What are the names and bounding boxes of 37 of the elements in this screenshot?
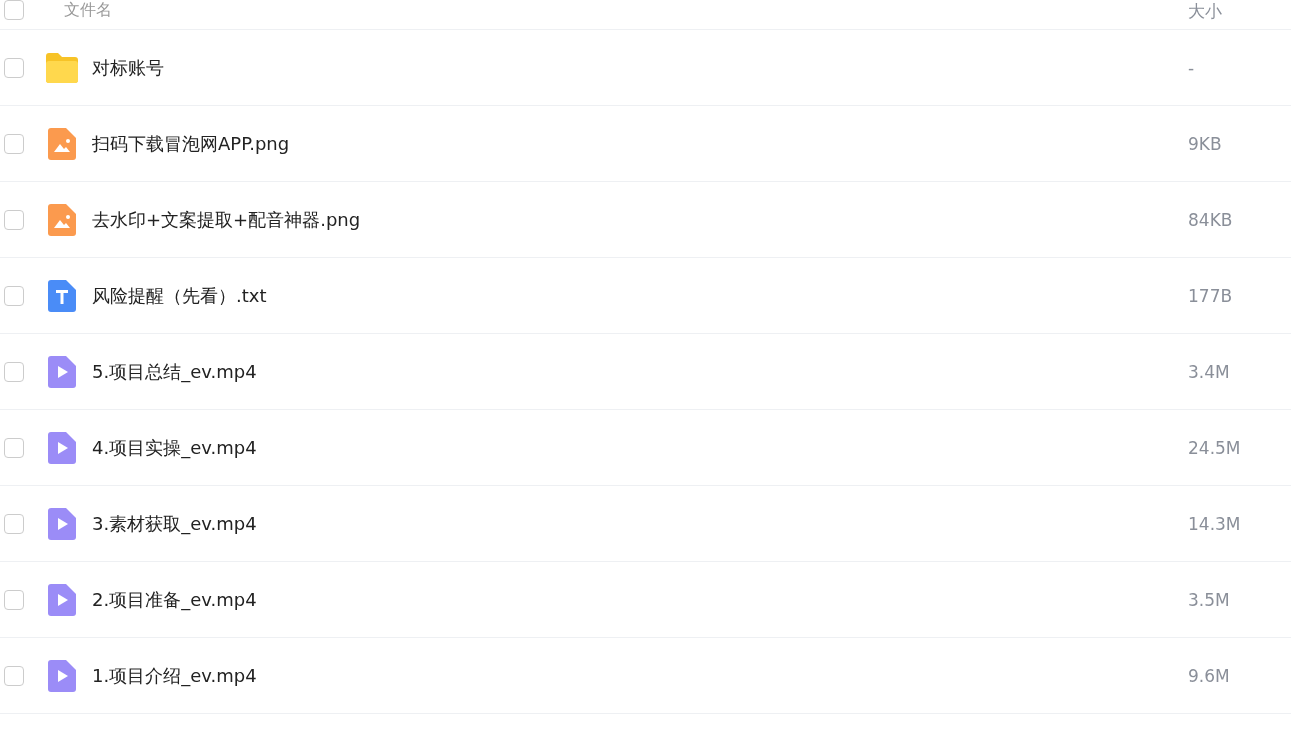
file-size: 84KB — [1188, 209, 1234, 230]
file-name[interactable]: 3.素材获取_ev.mp4 — [92, 511, 1188, 536]
file-name[interactable]: 1.项目介绍_ev.mp4 — [92, 663, 1188, 688]
checkbox[interactable] — [4, 513, 24, 534]
video-file-icon — [48, 583, 76, 616]
file-name[interactable]: 4.项目实操_ev.mp4 — [92, 435, 1188, 460]
file-size: 3.4M — [1188, 361, 1231, 382]
file-name[interactable]: 2.项目准备_ev.mp4 — [92, 587, 1188, 612]
checkbox[interactable] — [4, 133, 24, 154]
file-size: 3.5M — [1188, 589, 1231, 610]
file-size: 9KB — [1188, 133, 1223, 154]
file-size: - — [1188, 57, 1196, 78]
checkbox[interactable] — [4, 437, 24, 458]
video-file-icon — [48, 659, 76, 692]
checkbox[interactable] — [4, 285, 24, 306]
checkbox[interactable] — [4, 57, 24, 78]
file-name[interactable]: 去水印+文案提取+配音神器.png — [92, 207, 1188, 232]
file-size: 24.5M — [1188, 437, 1242, 458]
checkbox[interactable] — [4, 665, 24, 686]
file-size: 14.3M — [1188, 513, 1242, 534]
image-file-icon — [48, 203, 76, 236]
file-name[interactable]: 扫码下载冒泡网APP.png — [92, 131, 1188, 156]
checkbox[interactable] — [4, 361, 24, 382]
image-file-icon — [48, 127, 76, 160]
folder-icon — [44, 51, 80, 84]
file-name[interactable]: 5.项目总结_ev.mp4 — [92, 359, 1188, 384]
video-file-icon — [48, 431, 76, 464]
file-name[interactable]: 风险提醒（先看）.txt — [92, 283, 1188, 308]
file-size: 9.6M — [1188, 665, 1231, 686]
video-file-icon — [48, 507, 76, 540]
file-size: 177B — [1188, 285, 1234, 306]
checkbox[interactable] — [4, 209, 24, 230]
video-file-icon — [48, 355, 76, 388]
file-name[interactable]: 对标账号 — [92, 55, 1188, 80]
text-file-icon — [48, 279, 76, 312]
checkbox[interactable] — [4, 589, 24, 610]
checkbox[interactable] — [4, 0, 24, 20]
